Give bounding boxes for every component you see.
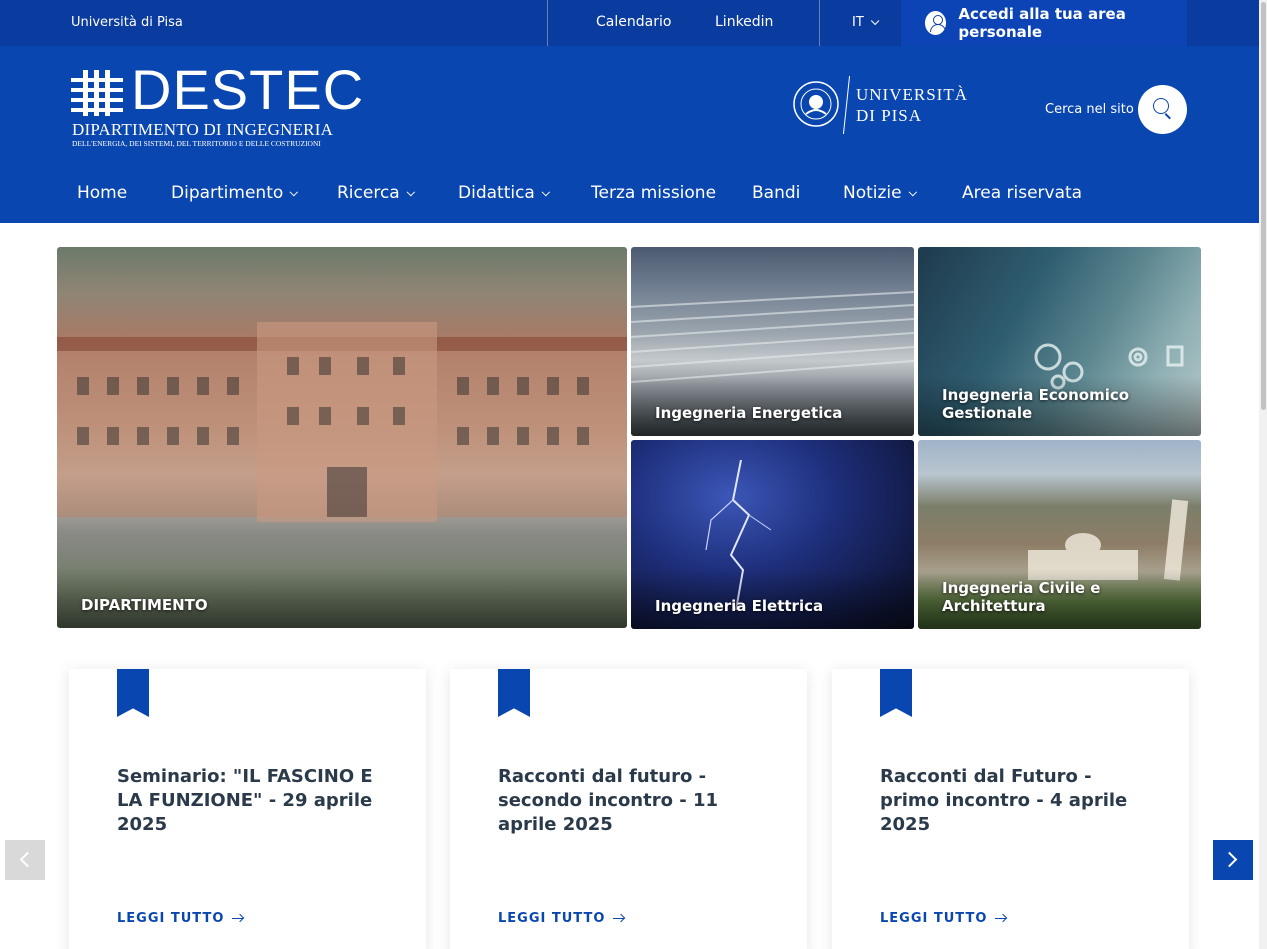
nav-item-terza-missione[interactable]: Terza missione bbox=[591, 178, 716, 208]
nav-item-bandi[interactable]: Bandi bbox=[752, 178, 800, 208]
top-utility-bar: Università di Pisa Calendario Linkedin I… bbox=[0, 0, 1259, 46]
login-button[interactable]: Accedi alla tua area personale bbox=[901, 0, 1187, 46]
nav-item-area-riservata[interactable]: Area riservata bbox=[962, 178, 1082, 208]
building-image bbox=[57, 322, 627, 522]
nav-item-label: Notizie bbox=[843, 183, 902, 203]
tile-ingegneria-energetica[interactable]: Ingegneria Energetica bbox=[631, 247, 914, 436]
tile-dipartimento[interactable]: DIPARTIMENTO bbox=[57, 247, 627, 628]
unipisa-line2: DI PISA bbox=[856, 106, 923, 125]
language-selector[interactable]: IT bbox=[852, 0, 880, 46]
tile-caption: Ingegneria Energetica bbox=[655, 404, 843, 422]
nav-item-label: Ricerca bbox=[337, 183, 400, 203]
unipisa-seal-icon bbox=[793, 81, 839, 127]
calendar-link[interactable]: Calendario bbox=[596, 0, 671, 44]
news-title[interactable]: Seminario: "IL FASCINO E LA FUNZIONE" - … bbox=[117, 765, 387, 837]
tile-caption: Ingegneria Civile e Architettura bbox=[942, 579, 1101, 615]
login-label: Accedi alla tua area personale bbox=[958, 5, 1126, 41]
tile-caption: DIPARTIMENTO bbox=[81, 596, 208, 614]
scrollbar-thumb[interactable] bbox=[1261, 2, 1266, 410]
nav-item-label: Dipartimento bbox=[171, 183, 284, 203]
tile-caption: Ingegneria Economico Gestionale bbox=[942, 386, 1130, 422]
news-title[interactable]: Racconti dal futuro - secondo incontro -… bbox=[498, 765, 768, 837]
unipisa-name: UNIVERSITÀ DI PISA bbox=[856, 84, 968, 126]
chevron-left-icon bbox=[19, 851, 36, 868]
arrow-right-icon bbox=[995, 913, 1007, 923]
bookmark-icon bbox=[880, 669, 912, 717]
divider bbox=[547, 0, 548, 46]
tile-ingegneria-economico-gestionale[interactable]: Ingegneria Economico Gestionale bbox=[918, 247, 1201, 436]
nav-item-label: Didattica bbox=[458, 183, 535, 203]
chevron-down-icon bbox=[541, 187, 550, 197]
chevron-right-icon bbox=[1221, 851, 1238, 868]
chevron-down-icon bbox=[908, 187, 917, 197]
read-more-label: LEGGI TUTTO bbox=[498, 911, 606, 926]
news-title[interactable]: Racconti dal Futuro - primo incontro - 4… bbox=[880, 765, 1150, 837]
bookmark-icon bbox=[498, 669, 530, 717]
nav-item-notizie[interactable]: Notizie bbox=[843, 178, 917, 208]
linkedin-link[interactable]: Linkedin bbox=[715, 0, 773, 44]
logo-subtitle: DELL'ENERGIA, DEI SISTEMI, DEL TERRITORI… bbox=[72, 139, 321, 148]
read-more-label: LEGGI TUTTO bbox=[880, 911, 988, 926]
logo-department: DIPARTIMENTO DI INGEGNERIA bbox=[72, 120, 334, 139]
news-card[interactable]: Seminario: "IL FASCINO E LA FUNZIONE" - … bbox=[69, 669, 426, 949]
carousel-next-button[interactable] bbox=[1213, 840, 1253, 880]
nav-item-didattica[interactable]: Didattica bbox=[458, 178, 550, 208]
news-card[interactable]: Racconti dal futuro - secondo incontro -… bbox=[450, 669, 807, 949]
divider bbox=[819, 0, 820, 46]
read-more-link[interactable]: LEGGI TUTTO bbox=[880, 911, 1007, 926]
chevron-down-icon bbox=[870, 16, 880, 26]
nav-item-dipartimento[interactable]: Dipartimento bbox=[171, 178, 299, 208]
news-card[interactable]: Racconti dal Futuro - primo incontro - 4… bbox=[832, 669, 1189, 949]
arrow-right-icon bbox=[613, 913, 625, 923]
unipisa-logo[interactable]: UNIVERSITÀ DI PISA bbox=[792, 76, 972, 136]
carousel-prev-button[interactable] bbox=[5, 840, 45, 880]
tile-caption: Ingegneria Elettrica bbox=[655, 597, 824, 615]
destec-logo[interactable]: DESTEC DIPARTIMENTO DI INGEGNERIA DELL'E… bbox=[71, 62, 363, 150]
university-link[interactable]: Università di Pisa bbox=[71, 0, 183, 46]
chevron-down-icon bbox=[406, 187, 415, 197]
nav-item-home[interactable]: Home bbox=[77, 178, 127, 208]
search-label: Cerca nel sito bbox=[1045, 102, 1134, 117]
logo-brand: DESTEC bbox=[131, 58, 365, 121]
page-scrollbar[interactable] bbox=[1259, 0, 1267, 949]
main-navigation: Home Dipartimento Ricerca Didattica Terz… bbox=[0, 178, 1259, 208]
user-icon bbox=[925, 11, 947, 35]
bookmark-icon bbox=[117, 669, 149, 717]
search-button[interactable] bbox=[1138, 85, 1187, 134]
site-header: DESTEC DIPARTIMENTO DI INGEGNERIA DELL'E… bbox=[0, 46, 1259, 223]
nav-item-label: Terza missione bbox=[591, 183, 717, 203]
nav-item-label: Area riservata bbox=[962, 183, 1083, 203]
language-label: IT bbox=[852, 15, 864, 30]
tile-ingegneria-elettrica[interactable]: Ingegneria Elettrica bbox=[631, 440, 914, 629]
arrow-right-icon bbox=[232, 913, 244, 923]
read-more-label: LEGGI TUTTO bbox=[117, 911, 225, 926]
destec-mark-icon bbox=[71, 70, 123, 116]
nav-item-ricerca[interactable]: Ricerca bbox=[337, 178, 415, 208]
unipisa-line1: UNIVERSITÀ bbox=[856, 85, 968, 104]
nav-item-label: Bandi bbox=[752, 183, 801, 203]
chevron-down-icon bbox=[289, 187, 299, 197]
nav-item-label: Home bbox=[77, 183, 128, 203]
read-more-link[interactable]: LEGGI TUTTO bbox=[117, 911, 244, 926]
logo-divider bbox=[842, 76, 851, 134]
tile-ingegneria-civile-architettura[interactable]: Ingegneria Civile e Architettura bbox=[918, 440, 1201, 629]
read-more-link[interactable]: LEGGI TUTTO bbox=[498, 911, 625, 926]
